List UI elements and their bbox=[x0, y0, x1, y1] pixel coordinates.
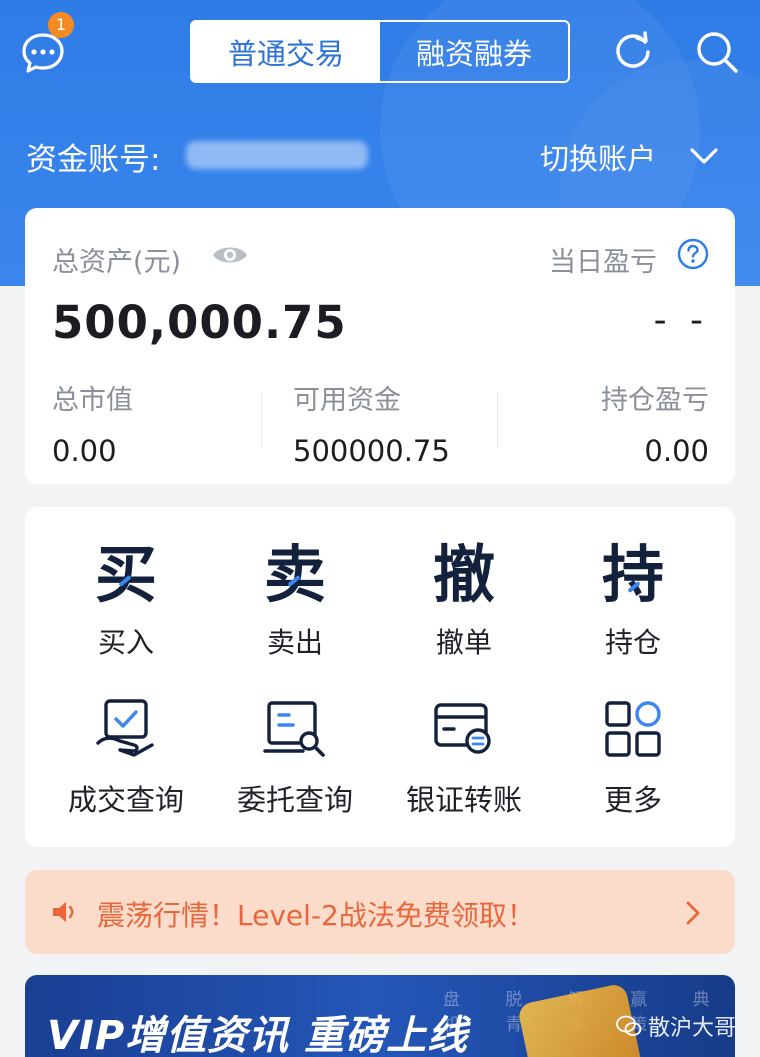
total-assets-value: 500,000.75 bbox=[52, 296, 347, 349]
refresh-icon bbox=[616, 31, 650, 68]
switch-account-chevron[interactable] bbox=[688, 142, 720, 170]
sell-label: 卖出 bbox=[266, 626, 323, 659]
bank-transfer-icon bbox=[434, 703, 491, 754]
unread-badge: 1 bbox=[48, 12, 74, 38]
eye-icon bbox=[213, 247, 247, 263]
market-value-label: 总市值 bbox=[52, 385, 133, 416]
tab-margin-trade[interactable]: 融资融券 bbox=[380, 22, 568, 81]
chevron-right-icon bbox=[686, 901, 700, 925]
help-button[interactable] bbox=[677, 238, 709, 270]
available-funds-label: 可用资金 bbox=[293, 385, 401, 416]
positions-glyph: 持 bbox=[601, 538, 664, 611]
chevron-down-icon bbox=[690, 148, 718, 164]
total-assets-label: 总资产(元) bbox=[52, 247, 182, 278]
cancel-order-button[interactable]: 撤 撤单 bbox=[384, 535, 544, 661]
tab-normal-trade[interactable]: 普通交易 bbox=[192, 22, 380, 81]
watermark-text: 散沪大哥 bbox=[647, 1016, 736, 1041]
deal-query-icon bbox=[96, 699, 154, 757]
account-number-masked bbox=[186, 141, 368, 169]
available-funds-value: 500000.75 bbox=[293, 434, 450, 468]
positions-button[interactable]: 持 持仓 bbox=[553, 535, 713, 661]
cancel-order-label: 撤单 bbox=[435, 626, 492, 659]
search-icon bbox=[697, 32, 738, 73]
asset-card: 总资产(元) 当日盈亏 500,000.75 - - 总市值 可用资金 持仓盈亏… bbox=[25, 208, 735, 484]
divider bbox=[497, 392, 498, 448]
trade-mode-tabs: 普通交易 融资融券 bbox=[190, 20, 570, 83]
buy-button[interactable]: 买 买入 bbox=[46, 535, 206, 661]
bank-transfer-label: 银证转账 bbox=[405, 783, 522, 817]
bank-transfer-button[interactable]: 银证转账 bbox=[384, 697, 544, 819]
cancel-glyph: 撤 bbox=[432, 538, 495, 611]
switch-account-button[interactable]: 切换账户 bbox=[540, 136, 656, 178]
buy-glyph: 买 bbox=[94, 538, 157, 611]
daily-pnl-value: - - bbox=[653, 300, 709, 341]
more-label: 更多 bbox=[603, 783, 662, 817]
position-pnl-label: 持仓盈亏 bbox=[601, 385, 709, 416]
more-button[interactable]: 更多 bbox=[553, 697, 713, 819]
account-label: 资金账号: bbox=[26, 142, 161, 178]
vip-banner-title: VIP增值资讯 重磅上线 bbox=[47, 1013, 469, 1057]
divider bbox=[261, 392, 262, 448]
function-grid: 买 买入 卖 卖出 撤 撤单 持 持仓 成交查询 委托查询 银证转账 更多 bbox=[25, 507, 735, 847]
sell-glyph: 卖 bbox=[263, 538, 326, 611]
refresh-button[interactable] bbox=[612, 30, 654, 72]
toggle-visibility-button[interactable] bbox=[211, 242, 249, 268]
sell-button[interactable]: 卖 卖出 bbox=[215, 535, 375, 661]
daily-pnl-label: 当日盈亏 bbox=[549, 247, 657, 278]
positions-label: 持仓 bbox=[604, 626, 661, 659]
search-button[interactable] bbox=[695, 30, 739, 74]
position-pnl-value: 0.00 bbox=[644, 434, 709, 468]
notice-banner[interactable]: 震荡行情！Level-2战法免费领取！ bbox=[25, 870, 735, 954]
deal-query-label: 成交查询 bbox=[67, 783, 184, 817]
order-query-button[interactable]: 委托查询 bbox=[215, 697, 375, 819]
question-icon bbox=[677, 238, 709, 270]
wechat-icon bbox=[616, 1015, 642, 1036]
watermark: 散沪大哥 bbox=[616, 1010, 736, 1042]
notice-text: 震荡行情！Level-2战法免费领取！ bbox=[97, 899, 535, 932]
order-query-label: 委托查询 bbox=[236, 783, 353, 817]
market-value: 0.00 bbox=[52, 434, 117, 468]
more-grid-icon bbox=[605, 701, 661, 757]
deal-query-button[interactable]: 成交查询 bbox=[46, 697, 206, 819]
order-query-icon bbox=[263, 701, 325, 757]
speaker-icon bbox=[53, 902, 74, 922]
buy-label: 买入 bbox=[97, 626, 154, 659]
